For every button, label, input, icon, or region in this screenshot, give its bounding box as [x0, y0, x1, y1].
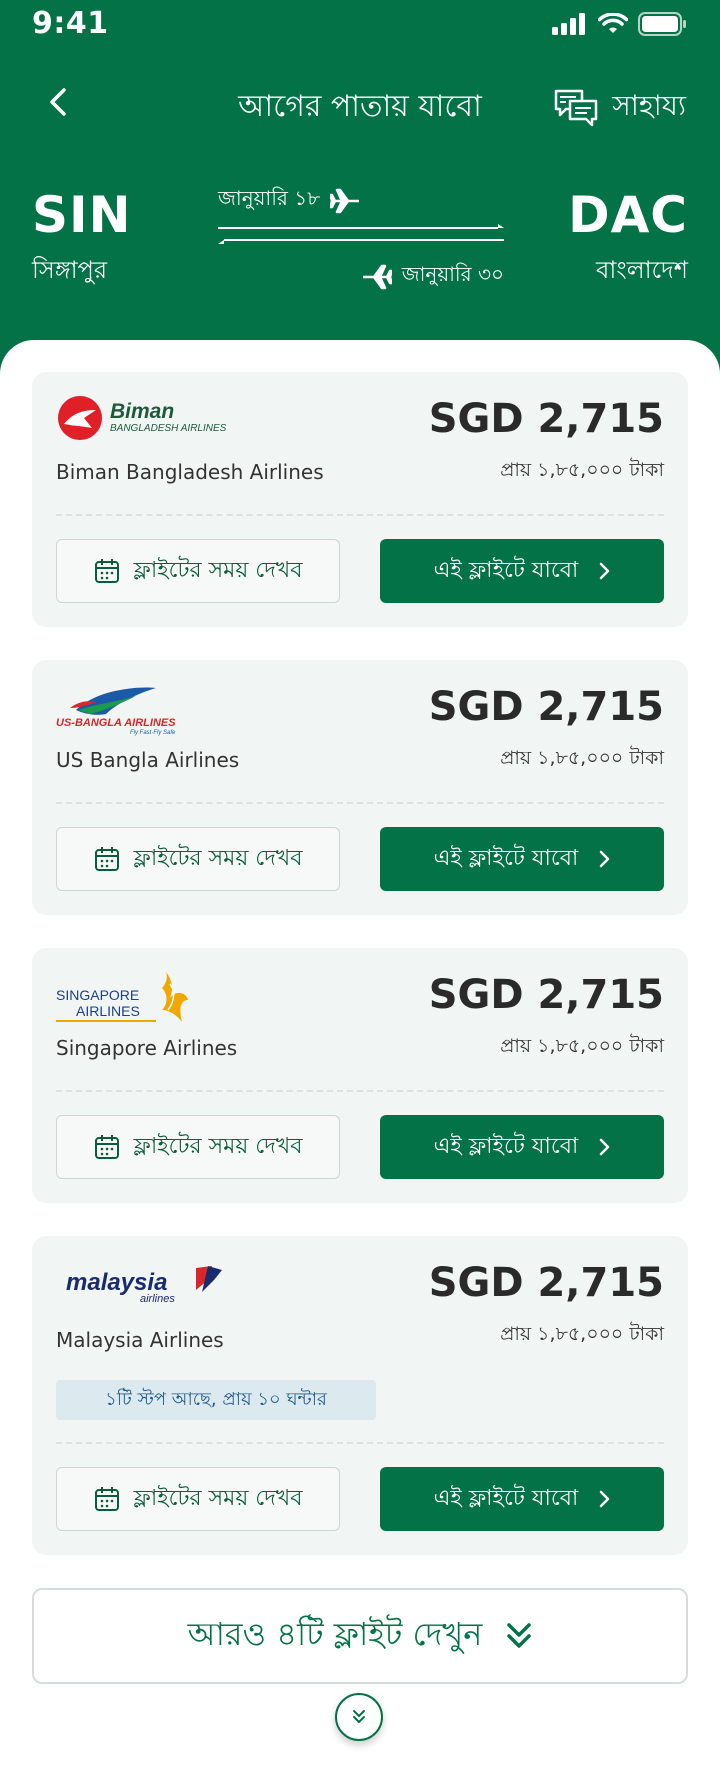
select-flight-label: এই ফ্লাইটে যাবো: [433, 1133, 579, 1159]
svg-text:Biman: Biman: [110, 400, 174, 423]
select-flight-button[interactable]: এই ফ্লাইটে যাবো: [380, 1467, 664, 1531]
return-date: জানুয়ারি ৩০: [362, 260, 504, 293]
calendar-icon: [94, 1487, 119, 1511]
svg-text:Fly Fast·Fly Safe: Fly Fast·Fly Safe: [130, 730, 176, 736]
flight-card: US-BANGLA AIRLINES Fly Fast·Fly Safe US …: [32, 660, 688, 915]
divider: [56, 1090, 664, 1092]
us-bangla-logo: US-BANGLA AIRLINES Fly Fast·Fly Safe: [56, 682, 256, 736]
scroll-down-button[interactable]: [335, 1693, 383, 1741]
view-schedule-button[interactable]: ফ্লাইটের সময় দেখব: [56, 539, 340, 603]
airline-name: Malaysia Airlines: [56, 1328, 224, 1352]
plane-icon: [330, 188, 360, 213]
biman-logo: Biman BANGLADESH AIRLINES: [56, 394, 256, 446]
select-flight-label: এই ফ্লাইটে যাবো: [433, 845, 579, 871]
route-lines: জানুয়ারি ১৮ জানুয়ারি ৩০: [218, 180, 504, 290]
price: SGD 2,715: [428, 684, 664, 730]
approx-price: প্রায় ১,৮৫,০০০ টাকা: [500, 1035, 664, 1057]
approx-price: প্রায় ১,৮৫,০০০ টাকা: [500, 459, 664, 481]
double-chevron-down-icon: [353, 1710, 365, 1723]
status-bar: 9:41: [0, 0, 720, 48]
price: SGD 2,715: [428, 396, 664, 442]
status-icons: [552, 12, 688, 36]
select-flight-label: এই ফ্লাইটে যাবো: [433, 1485, 579, 1511]
origin-name: সিঙ্গাপুর: [32, 256, 108, 284]
show-more-label: আরও ৪টি ফ্লাইট দেখুন: [187, 1615, 483, 1653]
view-schedule-label: ফ্লাইটের সময় দেখব: [133, 1485, 303, 1511]
signal-icon: [552, 13, 585, 35]
svg-text:malaysia: malaysia: [66, 1269, 167, 1296]
depart-date-label: জানুয়ারি ১৮: [218, 186, 321, 210]
calendar-icon: [94, 1135, 119, 1159]
select-flight-button[interactable]: এই ফ্লাইটে যাবো: [380, 827, 664, 891]
svg-text:AIRLINES: AIRLINES: [76, 1003, 140, 1019]
battery-icon: [638, 12, 686, 36]
calendar-icon: [94, 847, 119, 871]
calendar-icon: [94, 559, 119, 583]
route-arrows: [218, 224, 504, 244]
divider: [56, 514, 664, 516]
approx-price: প্রায় ১,৮৫,০০০ টাকা: [500, 747, 664, 769]
flight-card: malaysia airlines Malaysia Airlines SGD …: [32, 1236, 688, 1555]
chevron-right-icon: [600, 1490, 610, 1508]
status-time: 9:41: [32, 6, 109, 41]
airline-name: Biman Bangladesh Airlines: [56, 460, 324, 484]
singapore-airlines-logo: SINGAPORE AIRLINES: [56, 970, 256, 1022]
view-schedule-label: ফ্লাইটের সময় দেখব: [133, 557, 303, 583]
select-flight-button[interactable]: এই ফ্লাইটে যাবো: [380, 1115, 664, 1179]
approx-price: প্রায় ১,৮৫,০০০ টাকা: [500, 1323, 664, 1345]
route-summary: SIN সিঙ্গাপুর জানুয়ারি ১৮ জানুয়ারি ৩০: [0, 180, 720, 300]
svg-text:BANGLADESH AIRLINES: BANGLADESH AIRLINES: [110, 423, 227, 434]
chevron-right-icon: [600, 850, 610, 868]
malaysia-airlines-logo: malaysia airlines: [56, 1258, 256, 1310]
airline-name: Singapore Airlines: [56, 1036, 238, 1060]
depart-date: জানুয়ারি ১৮: [218, 184, 360, 217]
select-flight-button[interactable]: এই ফ্লাইটে যাবো: [380, 539, 664, 603]
divider: [56, 1442, 664, 1444]
double-chevron-down-icon: [507, 1623, 532, 1648]
view-schedule-button[interactable]: ফ্লাইটের সময় দেখব: [56, 1115, 340, 1179]
svg-text:US-BANGLA AIRLINES: US-BANGLA AIRLINES: [56, 717, 176, 729]
select-flight-label: এই ফ্লাইটে যাবো: [433, 557, 579, 583]
view-schedule-button[interactable]: ফ্লাইটের সময় দেখব: [56, 1467, 340, 1531]
wifi-icon: [598, 13, 628, 33]
nav-row: আগের পাতায় যাবো সাহায্য: [0, 78, 720, 128]
flight-card: SINGAPORE AIRLINES Singapore Airlines SG…: [32, 948, 688, 1203]
destination-name: বাংলাদেশ: [596, 256, 688, 284]
price: SGD 2,715: [428, 1260, 664, 1306]
show-more-flights-button[interactable]: আরও ৪টি ফ্লাইট দেখুন: [32, 1588, 688, 1684]
return-date-label: জানুয়ারি ৩০: [401, 262, 504, 286]
airline-name: US Bangla Airlines: [56, 748, 240, 772]
plane-icon: [362, 264, 392, 289]
destination-code: DAC: [568, 186, 688, 244]
flight-card: Biman BANGLADESH AIRLINES Biman Banglade…: [32, 372, 688, 627]
divider: [56, 802, 664, 804]
view-schedule-label: ফ্লাইটের সময় দেখব: [133, 845, 303, 871]
help-label: সাহায্য: [612, 89, 686, 122]
chevron-right-icon: [600, 562, 610, 580]
chevron-right-icon: [600, 1138, 610, 1156]
chat-icon: [555, 89, 598, 126]
svg-text:SINGAPORE: SINGAPORE: [56, 987, 139, 1003]
view-schedule-label: ফ্লাইটের সময় দেখব: [133, 1133, 303, 1159]
help-button[interactable]: সাহায্য: [554, 84, 686, 131]
svg-text:airlines: airlines: [140, 1293, 175, 1305]
price: SGD 2,715: [428, 972, 664, 1018]
stop-info-badge: ১টি স্টপ আছে, প্রায় ১০ ঘন্টার: [56, 1380, 376, 1420]
origin-code: SIN: [32, 186, 132, 244]
view-schedule-button[interactable]: ফ্লাইটের সময় দেখব: [56, 827, 340, 891]
